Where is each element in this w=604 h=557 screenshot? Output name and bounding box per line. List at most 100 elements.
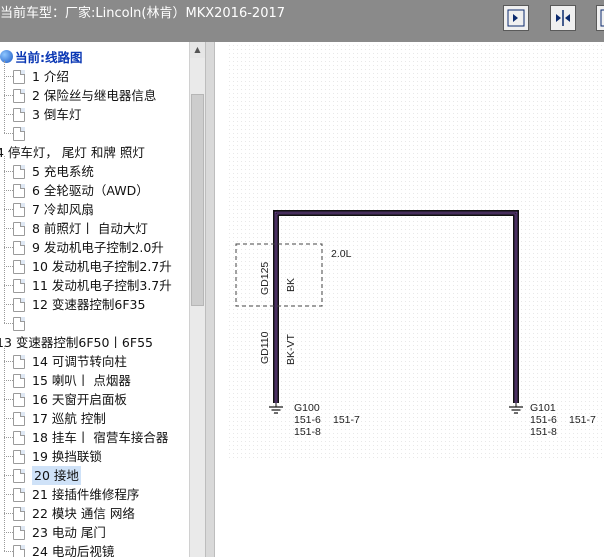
tree-item-label: 5 充电系统 [32,164,94,179]
document-icon [13,355,25,369]
tree-item-label: 20 接地 [32,466,81,485]
tree-item-label: 17 巡航 控制 [32,411,106,426]
document-icon [13,89,25,103]
document-icon [13,108,25,122]
fit-page-button[interactable] [503,5,529,31]
tree-branch-line [4,95,13,96]
document-icon [13,374,25,388]
tree-item[interactable]: 23 电动 尾门 [0,523,190,542]
tree-item[interactable]: 17 巡航 控制 [0,409,190,428]
tree-item-label: 21 接插件维修程序 [32,487,140,502]
tree-item[interactable]: 19 换挡联锁 [0,447,190,466]
tree-item[interactable] [0,124,190,143]
sidebar-scrollbar[interactable]: ▲ [189,42,205,557]
wire-gd110-circuit-label: GD110 [259,331,271,364]
document-icon [13,488,25,502]
tree-branch-line [4,380,13,381]
tree-item[interactable]: 7 冷却风扇 [0,200,190,219]
document-icon [13,526,25,540]
tree-item-label: 22 模块 通信 网络 [32,506,135,521]
tree-branch-line [4,209,13,210]
document-icon [13,203,25,217]
tree-item-label: 3 倒车灯 [32,107,82,122]
tree-item[interactable]: 11 发动机电子控制3.7升 [0,276,190,295]
tree-item-label: 19 换挡联锁 [32,449,102,464]
tree-branch-line [4,228,13,229]
tree-item[interactable]: 4 停车灯， 尾灯 和牌 照灯 [0,143,190,162]
fit-width-icon [556,10,570,26]
document-icon [13,279,25,293]
tree-item-label: 7 冷却风扇 [32,202,94,217]
document-icon [13,184,25,198]
ground-g101-ref[interactable]: 151-6 [530,414,557,426]
ground-g101-ref[interactable]: 151-8 [530,426,557,438]
tree-item-label: 15 喇叭丨 点烟器 [32,373,131,388]
tree-item[interactable]: 10 发动机电子控制2.7升 [0,257,190,276]
tree-branch-line [4,76,13,77]
document-icon [13,393,25,407]
ground-g100-ref[interactable]: 151-7 [333,414,360,426]
tree-item[interactable]: 21 接插件维修程序 [0,485,190,504]
globe-icon [0,50,13,63]
tree-item-label: 24 电动后视镜 [32,544,115,557]
tree-item[interactable]: 14 可调节转向柱 [0,352,190,371]
document-icon [13,70,25,84]
tree-item[interactable]: 13 变速器控制6F50丨6F55 [0,333,190,352]
tree-item[interactable]: 3 倒车灯 [0,105,190,124]
tree-item-label: 1 介绍 [32,69,69,84]
tree-item-label: 2 保险丝与继电器信息 [32,88,157,103]
document-icon [13,317,25,331]
tree-item[interactable]: 6 全轮驱动（AWD） [0,181,190,200]
tree-item[interactable]: 22 模块 通信 网络 [0,504,190,523]
tree-item[interactable]: 24 电动后视镜 [0,542,190,557]
tree-branch-line [4,399,13,400]
tree-branch-line [4,513,13,514]
tree-branch-line [4,494,13,495]
tree-item[interactable]: 18 挂车丨 宿营车接合器 [0,428,190,447]
document-icon [13,450,25,464]
tree-branch-line [4,437,13,438]
tree-item[interactable]: 1 介绍 [0,67,190,86]
zoom-window-button[interactable] [596,5,604,31]
tree-item[interactable]: 15 喇叭丨 点烟器 [0,371,190,390]
document-icon [13,431,25,445]
tree-item[interactable]: 16 天窗开启面板 [0,390,190,409]
tree-item[interactable]: 9 发动机电子控制2.0升 [0,238,190,257]
tree-item-label: 6 全轮驱动（AWD） [32,183,149,198]
wire-gd125-color-label: BK [285,278,297,292]
tree-item-label: 10 发动机电子控制2.7升 [32,259,172,274]
tree-item-label: 18 挂车丨 宿营车接合器 [32,430,169,445]
ground-g100-ref[interactable]: 151-6 [294,414,321,426]
vehicle-title: 当前车型：厂家:Lincoln(林肯）MKX2016-2017 [0,6,286,21]
tree-item[interactable]: 20 接地 [0,466,190,485]
panel-splitter[interactable] [205,42,215,557]
ground-g100-ref[interactable]: 151-8 [294,426,321,438]
ground-g100-name[interactable]: G100 [294,402,320,414]
tree-item[interactable]: 8 前照灯丨 自动大灯 [0,219,190,238]
tree-item[interactable]: 12 变速器控制6F35 [0,295,190,314]
ground-g101-ref[interactable]: 151-7 [569,414,596,426]
scroll-up-arrow-icon[interactable]: ▲ [190,42,205,58]
tree-root-label[interactable]: 当前:线路图 [15,50,83,66]
tree-branch-line [4,456,13,457]
fit-width-button[interactable] [550,5,576,31]
tree-item[interactable]: 5 充电系统 [0,162,190,181]
tree-item[interactable] [0,314,190,333]
tree-item-label: 4 停车灯， 尾灯 和牌 照灯 [0,145,145,160]
document-icon [13,412,25,426]
scrollbar-thumb[interactable] [191,94,204,306]
document-icon [13,165,25,179]
engine-option-label: 2.0L [331,248,352,260]
document-icon [13,260,25,274]
tree-item-label: 23 电动 尾门 [32,525,106,540]
tree-branch-line [4,114,13,115]
tree-branch-line [4,475,13,476]
fit-page-icon [507,9,525,27]
wiring-diagram-canvas: 2.0L GD125 BK GD110 BK-VT G100 151-6 151… [215,42,604,557]
document-icon [13,507,25,521]
tree-item[interactable]: 2 保险丝与继电器信息 [0,86,190,105]
ground-g101-name[interactable]: G101 [530,402,556,414]
zoom-window-icon [600,9,604,27]
document-icon [13,545,25,557]
tree-item-label: 13 变速器控制6F50丨6F55 [0,335,153,350]
